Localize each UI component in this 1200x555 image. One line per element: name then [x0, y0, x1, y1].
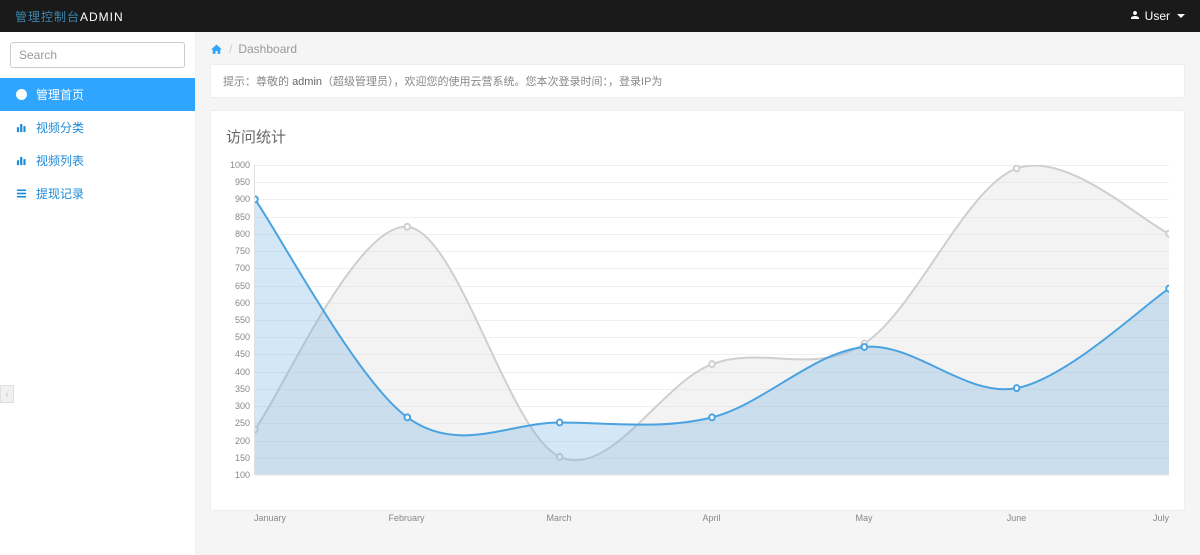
- sidebar-nav: 管理首页 视频分类 视频列表 提现记录: [0, 78, 195, 210]
- panel-title: 访问统计: [226, 126, 1169, 147]
- user-label: User: [1145, 9, 1170, 23]
- sidebar-collapse-button[interactable]: ‹: [0, 385, 14, 403]
- chart: 1000950900850800750700650600550500450400…: [226, 165, 1169, 495]
- sidebar-item-label: 提现记录: [36, 185, 84, 202]
- home-icon[interactable]: [210, 43, 223, 56]
- y-tick: 700: [235, 263, 250, 273]
- gridline: [255, 475, 1169, 476]
- alert-t2: （超级管理员），欢迎您的使用云营系统。您本次登录时间：，登录IP为: [322, 76, 662, 88]
- y-axis: 1000950900850800750700650600550500450400…: [226, 165, 254, 475]
- data-point[interactable]: [255, 196, 258, 202]
- alert-info: 提示：尊敬的 admin（超级管理员），欢迎您的使用云营系统。您本次登录时间：，…: [210, 64, 1185, 98]
- data-point[interactable]: [1166, 286, 1169, 292]
- sidebar-item-dashboard[interactable]: 管理首页: [0, 78, 195, 111]
- data-point[interactable]: [1166, 231, 1169, 237]
- y-tick: 600: [235, 298, 250, 308]
- y-tick: 950: [235, 177, 250, 187]
- data-point[interactable]: [709, 361, 714, 367]
- sidebar-item-withdraw[interactable]: 提现记录: [0, 177, 195, 210]
- y-tick: 400: [235, 367, 250, 377]
- sidebar-item-label: 管理首页: [36, 86, 84, 103]
- x-tick: May: [855, 513, 872, 523]
- user-menu[interactable]: User: [1129, 9, 1185, 24]
- topbar: 管理控制台ADMIN User: [0, 0, 1200, 32]
- search-wrap: [0, 32, 195, 78]
- data-point[interactable]: [1014, 385, 1019, 391]
- x-tick: February: [388, 513, 424, 523]
- y-tick: 800: [235, 229, 250, 239]
- search-input[interactable]: [10, 42, 185, 68]
- y-tick: 650: [235, 281, 250, 291]
- y-tick: 350: [235, 384, 250, 394]
- sidebar-item-label: 视频分类: [36, 119, 84, 136]
- data-point[interactable]: [1014, 165, 1019, 171]
- data-point[interactable]: [862, 344, 867, 350]
- x-tick: June: [1007, 513, 1027, 523]
- y-tick: 900: [235, 194, 250, 204]
- sidebar: 管理首页 视频分类 视频列表 提现记录: [0, 32, 195, 555]
- y-tick: 750: [235, 246, 250, 256]
- dashboard-icon: [15, 88, 28, 101]
- user-icon: [1129, 9, 1141, 24]
- breadcrumb-sep: /: [229, 42, 232, 56]
- brand: 管理控制台ADMIN: [15, 8, 124, 25]
- x-tick: March: [546, 513, 571, 523]
- brand-en: ADMIN: [80, 10, 124, 24]
- alert-prefix: 提示：: [223, 76, 256, 88]
- y-tick: 850: [235, 212, 250, 222]
- alert-bold: admin: [292, 76, 322, 88]
- barchart-icon: [15, 121, 28, 134]
- sidebar-item-video-list[interactable]: 视频列表: [0, 144, 195, 177]
- x-tick: April: [702, 513, 720, 523]
- y-tick: 550: [235, 315, 250, 325]
- chevron-down-icon: [1177, 14, 1185, 18]
- y-tick: 150: [235, 453, 250, 463]
- y-tick: 100: [235, 470, 250, 480]
- x-tick: January: [254, 513, 286, 523]
- x-tick: July: [1153, 513, 1169, 523]
- y-tick: 450: [235, 349, 250, 359]
- brand-zh: 管理控制台: [15, 10, 80, 24]
- main: / Dashboard 提示：尊敬的 admin（超级管理员），欢迎您的使用云营…: [195, 32, 1200, 555]
- sidebar-item-video-cat[interactable]: 视频分类: [0, 111, 195, 144]
- breadcrumb-current: Dashboard: [238, 42, 297, 56]
- data-point[interactable]: [405, 414, 410, 420]
- alert-t1: 尊敬的: [256, 76, 292, 88]
- panel-stats: 访问统计 1000 950 900 850 800 750 700 650 600 550 500 4…: [210, 110, 1185, 511]
- y-tick: 200: [235, 436, 250, 446]
- barchart-icon: [15, 154, 28, 167]
- data-point[interactable]: [405, 224, 410, 230]
- chart-svg: [255, 165, 1169, 474]
- plot-area: [254, 165, 1169, 475]
- y-tick: 500: [235, 332, 250, 342]
- breadcrumb: / Dashboard: [195, 32, 1200, 64]
- y-tick: 250: [235, 418, 250, 428]
- layout: 管理首页 视频分类 视频列表 提现记录: [0, 32, 1200, 555]
- y-tick: 1000: [230, 160, 250, 170]
- data-point[interactable]: [709, 414, 714, 420]
- data-point[interactable]: [557, 420, 562, 426]
- list-icon: [15, 187, 28, 200]
- sidebar-item-label: 视频列表: [36, 152, 84, 169]
- y-tick: 300: [235, 401, 250, 411]
